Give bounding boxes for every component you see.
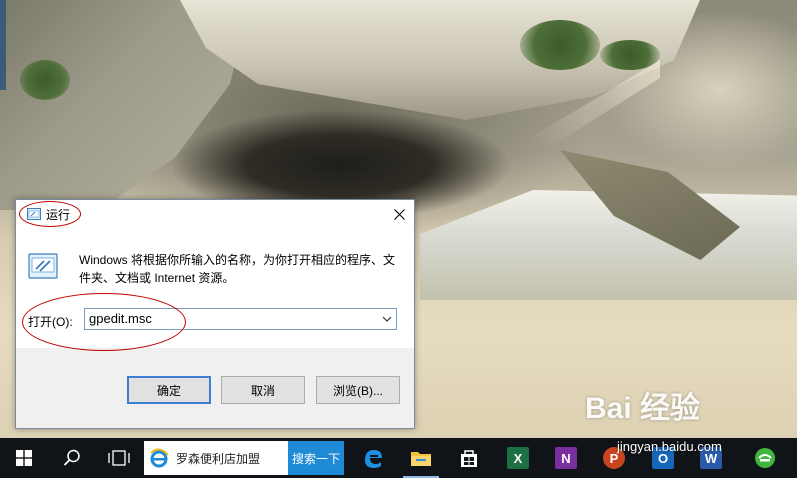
task-view-button[interactable] [101,438,137,478]
search-submit-button[interactable]: 搜索一下 [288,441,344,475]
baidu-watermark: Bai 经验 [585,383,700,427]
chevron-down-icon[interactable] [382,314,392,324]
taskbar-search-button[interactable] [54,438,90,478]
excel-icon: X [507,447,529,469]
excel-button[interactable]: X [500,438,536,478]
desktop-edge-strip [0,0,6,90]
360-browser-button[interactable] [747,438,783,478]
file-explorer-button[interactable] [403,438,439,478]
dialog-button-row: 确定 取消 浏览(B)... [16,376,414,406]
store-button[interactable] [451,438,487,478]
run-large-icon [28,253,58,279]
task-view-icon [108,450,130,466]
close-button[interactable] [384,200,414,229]
watermark-logo-text: Bai 经验 [585,392,701,425]
run-dialog: 运行 Windows 将根据你所输入的名称，为你打开相应的程序、文件夹、文档或 … [15,199,415,429]
ok-button[interactable]: 确定 [127,376,211,404]
open-input[interactable] [85,309,379,329]
dialog-title: 运行 [46,208,71,222]
onenote-button[interactable]: N [548,438,584,478]
run-icon [27,208,41,220]
360-browser-icon [755,448,775,468]
onenote-icon: N [555,447,577,469]
search-box-text: 罗森便利店加盟 [176,451,261,466]
edge-button[interactable] [355,438,391,478]
run-dialog-content: Windows 将根据你所输入的名称，为你打开相应的程序、文件夹、文档或 Int… [16,229,414,348]
run-dialog-titlebar[interactable]: 运行 [16,200,414,229]
cancel-button[interactable]: 取消 [221,376,305,404]
wallpaper-foliage [520,20,600,70]
file-explorer-icon [411,452,431,466]
search-box[interactable]: 罗森便利店加盟 [144,441,288,475]
close-icon [393,209,405,220]
store-icon [461,450,477,467]
open-combobox[interactable] [84,308,397,330]
edge-icon [365,450,382,468]
baidu-watermark-url: jingyan.baidu.com [617,439,722,454]
start-button[interactable] [6,438,42,478]
ie-icon [150,448,169,468]
search-icon [63,449,80,466]
open-label: 打开(O): [28,315,73,329]
browse-button[interactable]: 浏览(B)... [316,376,400,404]
dialog-description: Windows 将根据你所输入的名称，为你打开相应的程序、文件夹、文档或 Int… [79,253,396,285]
wallpaper-foliage [20,60,70,100]
windows-start-icon [16,450,32,466]
